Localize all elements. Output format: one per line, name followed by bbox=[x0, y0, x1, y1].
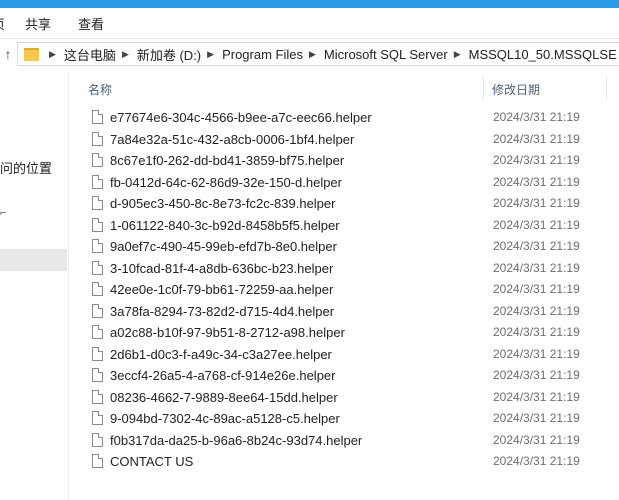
nav-item-recent-locations[interactable]: 问的位置 bbox=[0, 158, 52, 177]
file-date: 2024/3/31 21:19 bbox=[493, 196, 580, 210]
column-header-name[interactable]: 名称 bbox=[88, 81, 112, 98]
file-name: fb-0412d-64c-62-86d9-32e-150-d.helper bbox=[110, 175, 342, 190]
folder-icon bbox=[24, 47, 39, 61]
file-name: 3-10fcad-81f-4-a8db-636bc-b23.helper bbox=[110, 261, 334, 276]
file-row[interactable]: 7a84e32a-51c-432-a8cb-0006-1bf4.helper 2… bbox=[86, 130, 619, 151]
file-name: 42ee0e-1c0f-79-bb61-72259-aa.helper bbox=[110, 282, 334, 297]
file-icon bbox=[92, 390, 103, 404]
file-date: 2024/3/31 21:19 bbox=[493, 282, 580, 296]
file-name: 9a0ef7c-490-45-99eb-efd7b-8e0.helper bbox=[110, 239, 337, 254]
file-name: a02c88-b10f-97-9b51-8-2712-a98.helper bbox=[110, 325, 345, 340]
file-row[interactable]: f0b317da-da25-b-96a6-8b24c-93d74.helper … bbox=[86, 431, 619, 452]
nav-item-selected[interactable] bbox=[0, 249, 67, 271]
file-name: 2d6b1-d0c3-f-a49c-34-c3a27ee.helper bbox=[110, 347, 332, 362]
file-date: 2024/3/31 21:19 bbox=[493, 175, 580, 189]
file-row[interactable]: 9a0ef7c-490-45-99eb-efd7b-8e0.helper 202… bbox=[86, 237, 619, 258]
file-icon bbox=[92, 411, 103, 425]
address-bar[interactable]: ▶ 这台电脑 ▶ 新加卷 (D:) ▶ Program Files ▶ Micr… bbox=[17, 42, 619, 66]
chevron-right-icon[interactable]: ▶ bbox=[207, 49, 214, 60]
ribbon-tab-view[interactable]: 查看 bbox=[78, 14, 104, 33]
file-icon bbox=[92, 304, 103, 318]
file-name: CONTACT US bbox=[110, 454, 194, 469]
file-row[interactable]: 1-061122-840-3c-b92d-8458b5f5.helper 202… bbox=[86, 216, 619, 237]
file-row[interactable]: a02c88-b10f-97-9b51-8-2712-a98.helper 20… bbox=[86, 323, 619, 344]
window-title-strip bbox=[0, 0, 619, 8]
file-icon bbox=[92, 261, 103, 275]
file-row[interactable]: e77674e6-304c-4566-b9ee-a7c-eec66.helper… bbox=[86, 108, 619, 129]
file-row[interactable]: d-905ec3-450-8c-8e73-fc2c-839.helper 202… bbox=[86, 194, 619, 215]
file-date: 2024/3/31 21:19 bbox=[493, 261, 580, 275]
ribbon-tab-file[interactable]: 页 bbox=[0, 14, 4, 33]
file-name: 3a78fa-8294-73-82d2-d715-4d4.helper bbox=[110, 304, 335, 319]
file-row[interactable]: 3eccf4-26a5-4-a768-cf-914e26e.helper 202… bbox=[86, 366, 619, 387]
up-arrow-icon[interactable]: ↑ bbox=[0, 46, 16, 62]
file-icon bbox=[92, 175, 103, 189]
file-date: 2024/3/31 21:19 bbox=[493, 325, 580, 339]
file-date: 2024/3/31 21:19 bbox=[493, 304, 580, 318]
breadcrumb-sql-server[interactable]: Microsoft SQL Server bbox=[324, 47, 448, 62]
file-icon bbox=[92, 110, 103, 124]
file-name: d-905ec3-450-8c-8e73-fc2c-839.helper bbox=[110, 196, 336, 211]
file-row[interactable]: 42ee0e-1c0f-79-bb61-72259-aa.helper 2024… bbox=[86, 280, 619, 301]
breadcrumb-this-pc[interactable]: 这台电脑 bbox=[64, 45, 116, 64]
column-divider[interactable] bbox=[606, 77, 607, 99]
file-icon bbox=[92, 347, 103, 361]
file-date: 2024/3/31 21:19 bbox=[493, 110, 580, 124]
file-name: 9-094bd-7302-4c-89ac-a5128-c5.helper bbox=[110, 411, 340, 426]
file-date: 2024/3/31 21:19 bbox=[493, 132, 580, 146]
file-name: 08236-4662-7-9889-8ee64-15dd.helper bbox=[110, 390, 338, 405]
file-date: 2024/3/31 21:19 bbox=[493, 218, 580, 232]
file-name: f0b317da-da25-b-96a6-8b24c-93d74.helper bbox=[110, 433, 363, 448]
file-date: 2024/3/31 21:19 bbox=[493, 368, 580, 382]
file-icon bbox=[92, 282, 103, 296]
file-icon bbox=[92, 454, 103, 468]
file-date: 2024/3/31 21:19 bbox=[493, 390, 580, 404]
navigation-pane bbox=[0, 70, 69, 500]
file-name: e77674e6-304c-4566-b9ee-a7c-eec66.helper bbox=[110, 110, 372, 125]
nav-expand-icon[interactable]: ⌐ bbox=[0, 207, 6, 219]
file-icon bbox=[92, 325, 103, 339]
breadcrumb-program-files[interactable]: Program Files bbox=[222, 47, 303, 62]
column-header-row: 名称 修改日期 bbox=[70, 77, 619, 99]
file-row[interactable]: 3a78fa-8294-73-82d2-d715-4d4.helper 2024… bbox=[86, 302, 619, 323]
file-icon bbox=[92, 153, 103, 167]
file-row[interactable]: 3-10fcad-81f-4-a8db-636bc-b23.helper 202… bbox=[86, 259, 619, 280]
chevron-right-icon[interactable]: ▶ bbox=[309, 49, 316, 60]
file-icon bbox=[92, 368, 103, 382]
file-row[interactable]: CONTACT US 2024/3/31 21:19 bbox=[86, 452, 619, 473]
file-name: 1-061122-840-3c-b92d-8458b5f5.helper bbox=[110, 218, 340, 233]
file-icon bbox=[92, 132, 103, 146]
file-name: 7a84e32a-51c-432-a8cb-0006-1bf4.helper bbox=[110, 132, 355, 147]
file-row[interactable]: 8c67e1f0-262-dd-bd41-3859-bf75.helper 20… bbox=[86, 151, 619, 172]
file-row[interactable]: 9-094bd-7302-4c-89ac-a5128-c5.helper 202… bbox=[86, 409, 619, 430]
file-row[interactable]: 08236-4662-7-9889-8ee64-15dd.helper 2024… bbox=[86, 388, 619, 409]
file-icon bbox=[92, 239, 103, 253]
chevron-right-icon[interactable]: ▶ bbox=[454, 49, 461, 60]
chevron-right-icon[interactable]: ▶ bbox=[122, 49, 129, 60]
file-icon bbox=[92, 218, 103, 232]
file-name: 3eccf4-26a5-4-a768-cf-914e26e.helper bbox=[110, 368, 336, 383]
file-icon bbox=[92, 196, 103, 210]
file-date: 2024/3/31 21:19 bbox=[493, 454, 580, 468]
file-date: 2024/3/31 21:19 bbox=[493, 239, 580, 253]
file-date: 2024/3/31 21:19 bbox=[493, 153, 580, 167]
file-row[interactable]: 2d6b1-d0c3-f-a49c-34-c3a27ee.helper 2024… bbox=[86, 345, 619, 366]
column-header-date[interactable]: 修改日期 bbox=[492, 81, 540, 98]
ribbon-tab-share[interactable]: 共享 bbox=[25, 14, 51, 33]
file-date: 2024/3/31 21:19 bbox=[493, 411, 580, 425]
breadcrumb-drive-d[interactable]: 新加卷 (D:) bbox=[137, 45, 201, 64]
file-icon bbox=[92, 433, 103, 447]
column-divider[interactable] bbox=[483, 77, 484, 99]
file-row[interactable]: fb-0412d-64c-62-86d9-32e-150-d.helper 20… bbox=[86, 173, 619, 194]
breadcrumb-mssql-instance[interactable]: MSSQL10_50.MSSQLSE bbox=[469, 47, 617, 62]
file-date: 2024/3/31 21:19 bbox=[493, 347, 580, 361]
chevron-right-icon[interactable]: ▶ bbox=[49, 49, 56, 60]
ribbon-tabs: 页 共享 查看 bbox=[0, 8, 619, 39]
navigation-bar: ↑ ▶ 这台电脑 ▶ 新加卷 (D:) ▶ Program Files ▶ Mi… bbox=[0, 40, 619, 68]
file-name: 8c67e1f0-262-dd-bd41-3859-bf75.helper bbox=[110, 153, 345, 168]
file-date: 2024/3/31 21:19 bbox=[493, 433, 580, 447]
